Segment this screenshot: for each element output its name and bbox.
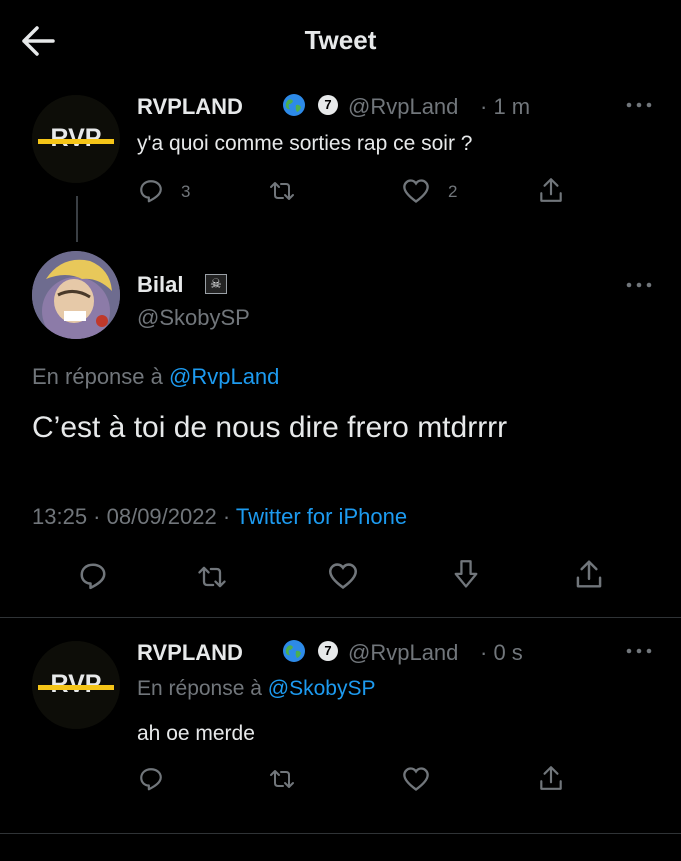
tweet-time: · 1 m xyxy=(480,94,531,119)
tweet-metadata: 13:25 · 08/09/2022 · Twitter for iPhone xyxy=(32,504,407,530)
tweet-time: · 0 s xyxy=(480,640,523,665)
share-icon[interactable] xyxy=(538,176,564,204)
retweet-icon[interactable] xyxy=(268,178,296,204)
affiliate-badge: 7 xyxy=(318,641,338,661)
avatar-image xyxy=(32,251,120,339)
share-icon[interactable] xyxy=(538,764,564,792)
more-options-icon[interactable] xyxy=(624,646,654,656)
reply-count: 3 xyxy=(181,182,191,201)
divider xyxy=(0,617,681,618)
bookmark-download-icon[interactable] xyxy=(452,559,480,591)
reply-to-link[interactable]: @SkobySP xyxy=(268,677,376,700)
author-handle[interactable]: @SkobySP xyxy=(137,305,250,331)
thread-line xyxy=(76,196,78,242)
top-bar: Tweet xyxy=(0,0,681,82)
avatar-logo-text: RVP xyxy=(51,124,102,152)
reply-context: En réponse à @RvpLand xyxy=(32,364,279,390)
globe-icon xyxy=(283,94,305,116)
retweet-icon[interactable] xyxy=(268,766,296,792)
author-handle[interactable]: @RvpLand xyxy=(348,94,458,120)
share-icon[interactable] xyxy=(574,558,604,590)
pirate-flag-icon: ☠ xyxy=(205,274,227,294)
rvp-logo: RVP xyxy=(32,641,120,729)
tweet-text: C’est à toi de nous dire frero mtdrrrr xyxy=(32,411,508,444)
reply-icon[interactable] xyxy=(78,561,108,591)
like-icon[interactable] xyxy=(402,766,430,792)
reply-to-link[interactable]: @RvpLand xyxy=(169,364,279,389)
author-name[interactable]: Bilal xyxy=(137,272,183,298)
tweet-source-link[interactable]: Twitter for iPhone xyxy=(236,504,407,529)
like-icon[interactable] xyxy=(402,178,430,204)
rvp-logo: RVP xyxy=(32,95,120,183)
tweet-text: ah oe merde xyxy=(137,722,255,745)
avatar[interactable] xyxy=(32,251,120,339)
reply-prefix: En réponse à xyxy=(137,677,262,700)
retweet-icon[interactable] xyxy=(196,563,228,591)
reply-prefix: En réponse à xyxy=(32,364,163,389)
divider xyxy=(0,833,681,834)
affiliate-badge: 7 xyxy=(318,95,338,115)
avatar[interactable]: RVP xyxy=(32,641,120,729)
more-options-icon[interactable] xyxy=(624,280,654,290)
author-handle[interactable]: @RvpLand xyxy=(348,640,458,666)
reply-context: En réponse à @SkobySP xyxy=(137,677,375,701)
tweet-timestamp: 13:25 · 08/09/2022 · xyxy=(32,504,231,529)
author-name[interactable]: RVPLAND xyxy=(137,640,243,666)
reply-icon[interactable] xyxy=(138,766,164,792)
more-options-icon[interactable] xyxy=(624,100,654,110)
globe-icon xyxy=(283,640,305,662)
like-count: 2 xyxy=(448,182,458,201)
avatar-logo-text: RVP xyxy=(51,670,102,698)
avatar[interactable]: RVP xyxy=(32,95,120,183)
like-icon[interactable] xyxy=(327,562,359,590)
tweet-text: y'a quoi comme sorties rap ce soir ? xyxy=(137,132,473,155)
author-name[interactable]: RVPLAND xyxy=(137,94,243,120)
reply-icon[interactable] xyxy=(138,178,164,204)
page-title: Tweet xyxy=(304,25,377,55)
